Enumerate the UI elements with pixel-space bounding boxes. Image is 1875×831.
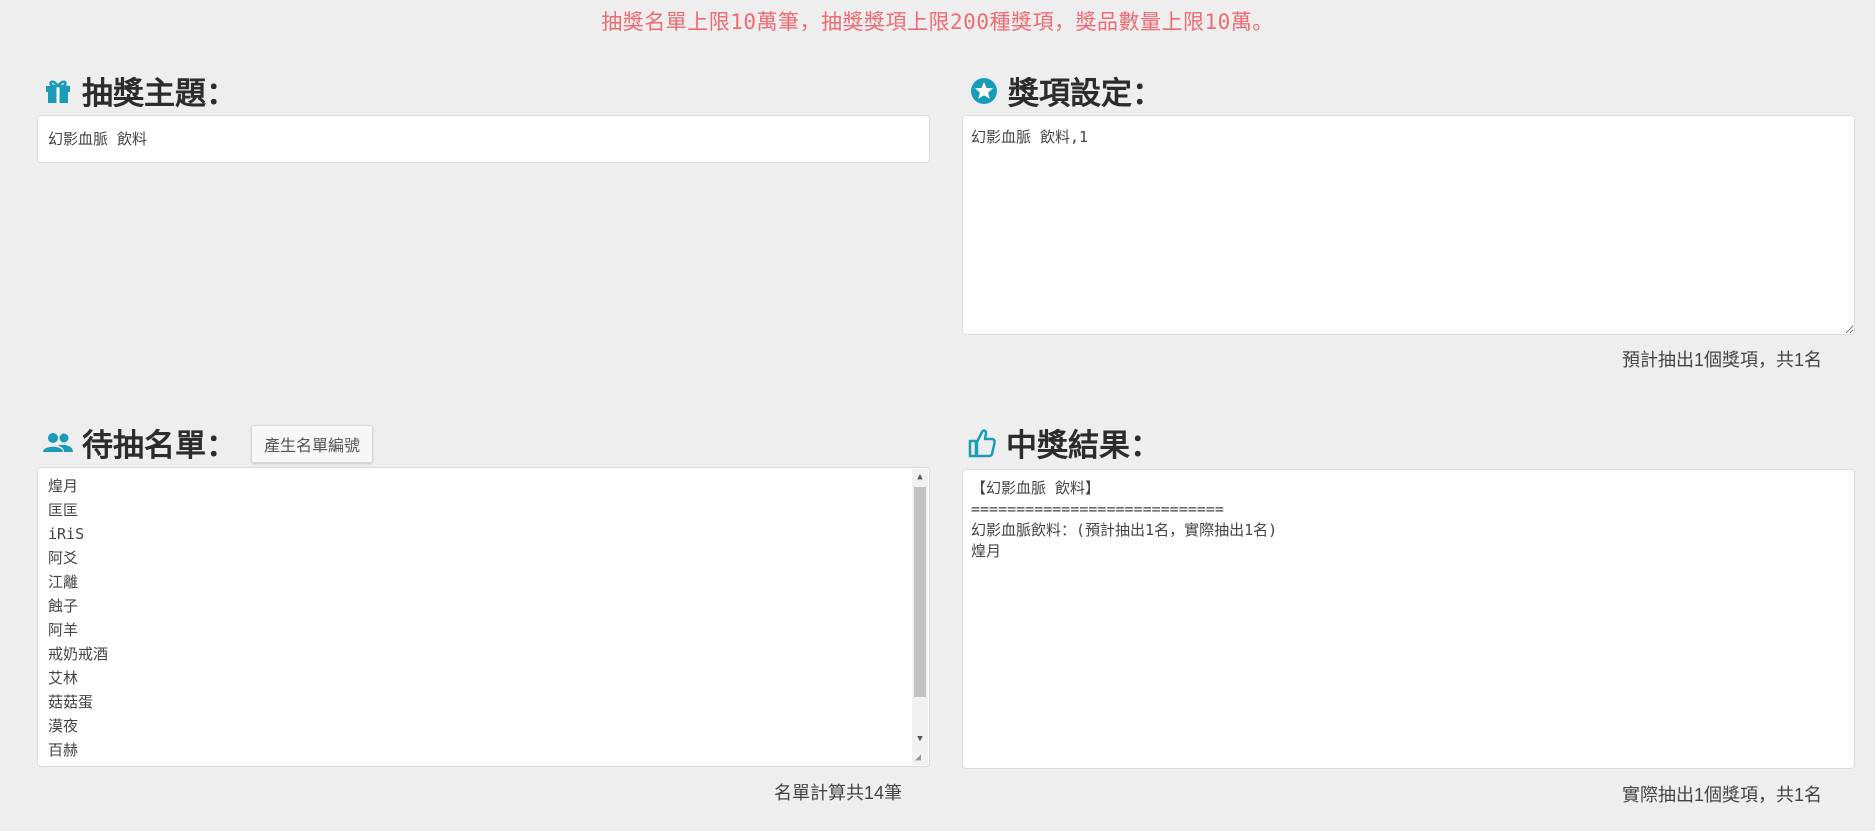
- candidate-list-textarea[interactable]: 煌月 匡匡 iRiS 阿爻 江離 蝕子 阿羊 戒奶戒酒 艾林 菇菇蛋 漠夜 百赫…: [37, 467, 930, 767]
- theme-input[interactable]: 幻影血脈 飲料: [37, 115, 930, 163]
- result-line: 【幻影血脈 飲料】: [971, 479, 1101, 497]
- results-textarea[interactable]: 【幻影血脈 飲料】 ============================ 幻影血…: [962, 469, 1855, 769]
- limit-notice: 抽獎名單上限10萬筆，抽獎獎項上限200種獎項，獎品數量上限10萬。: [601, 10, 1274, 34]
- list-scrollbar[interactable]: ▲ ▼: [912, 469, 928, 765]
- scroll-down-icon[interactable]: ▼: [912, 731, 928, 747]
- list-item: 百赫: [48, 741, 79, 759]
- results-summary: 實際抽出1個獎項，共1名: [1622, 785, 1823, 805]
- list-item: 阿爻: [48, 549, 79, 567]
- prize-settings-heading: 獎項設定：: [968, 68, 1163, 113]
- star-circle-icon: [968, 75, 1000, 107]
- list-item: 菇菇蛋: [48, 693, 94, 711]
- candidate-count-summary: 名單計算共14筆: [774, 783, 903, 803]
- list-item: 蝕子: [48, 597, 79, 615]
- list-item: 阿羊: [48, 621, 79, 639]
- prize-summary: 預計抽出1個獎項，共1名: [1622, 350, 1823, 370]
- list-item: 煌月: [48, 477, 79, 495]
- generate-numbers-button[interactable]: 產生名單編號: [251, 425, 374, 463]
- gift-icon: [42, 75, 74, 107]
- list-item: 匡匡: [48, 501, 79, 519]
- scroll-thumb[interactable]: [914, 487, 926, 697]
- prize-settings-textarea[interactable]: [962, 115, 1855, 335]
- candidates-heading: 待抽名單：: [42, 420, 237, 465]
- list-item: 漠夜: [48, 717, 79, 735]
- resize-grip-icon[interactable]: ◢: [915, 752, 927, 764]
- thumbs-up-icon: [966, 427, 998, 459]
- list-item: iRiS: [48, 525, 85, 543]
- result-winner: 煌月: [971, 542, 1002, 560]
- list-item: 江離: [48, 573, 79, 591]
- result-line: 幻影血脈飲料：(預計抽出1名，實際抽出1名): [971, 521, 1278, 539]
- list-item: 戒奶戒酒: [48, 645, 109, 663]
- list-item: 艾林: [48, 669, 79, 687]
- scroll-up-icon[interactable]: ▲: [912, 469, 928, 485]
- results-heading: 中獎結果：: [966, 420, 1161, 465]
- people-icon: [42, 427, 74, 459]
- theme-heading: 抽獎主題：: [42, 68, 237, 113]
- result-divider: ============================: [971, 500, 1224, 518]
